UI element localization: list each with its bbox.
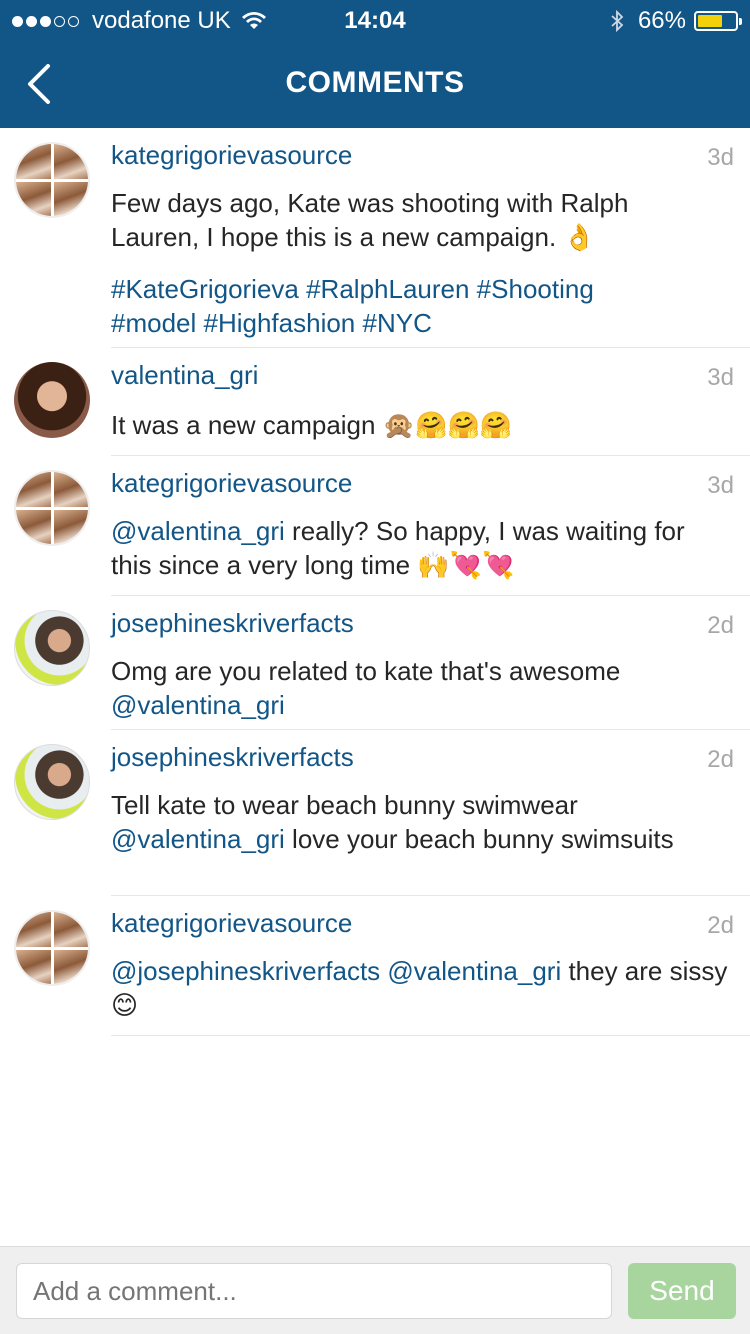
avatar[interactable] [14, 910, 90, 986]
avatar[interactable] [14, 744, 90, 820]
comment-text: It was a new campaign 🙊🤗🤗🤗 [111, 410, 513, 440]
comment-username[interactable]: valentina_gri [111, 360, 258, 391]
comment-age: 2d [707, 746, 734, 773]
divider [111, 729, 750, 730]
comment-text: Tell kate to wear beach bunny swimwear @… [111, 788, 736, 856]
mention-link[interactable]: @josephineskriverfacts @valentina_gri [111, 956, 561, 986]
comment-age: 3d [707, 364, 734, 391]
comment-age: 2d [707, 912, 734, 939]
avatar[interactable] [14, 610, 90, 686]
bluetooth-icon [611, 10, 624, 32]
mention-link[interactable]: @valentina_gri [111, 516, 285, 546]
battery-icon [694, 11, 742, 31]
comment-text: Few days ago, Kate was shooting with Ral… [111, 188, 629, 252]
divider [111, 347, 750, 348]
divider [111, 895, 750, 896]
divider [111, 1035, 750, 1036]
comment-text: @valentina_gri really? So happy, I was w… [111, 514, 711, 582]
divider [111, 455, 750, 456]
comment-username[interactable]: kategrigorievasource [111, 908, 352, 939]
comment-age: 3d [707, 144, 734, 171]
comment-text: Omg are you related to kate that's aweso… [111, 654, 711, 722]
header-bar: vodafone UK 14:04 66% COMMENTS [0, 0, 750, 128]
avatar[interactable] [14, 362, 90, 438]
comment-body: Omg are you related to kate that's aweso… [111, 656, 621, 686]
comment-composer: Send [0, 1246, 750, 1334]
comment-username[interactable]: kategrigorievasource [111, 140, 352, 171]
comment-text: @josephineskriverfacts @valentina_gri th… [111, 954, 736, 1022]
comment-hashtags[interactable]: #KateGrigorieva #RalphLauren #Shooting #… [111, 272, 671, 340]
page-title: COMMENTS [285, 66, 465, 99]
comment-username[interactable]: josephineskriverfacts [111, 608, 354, 639]
status-bar: vodafone UK 14:04 66% [0, 0, 750, 40]
comment-input[interactable] [16, 1263, 612, 1319]
divider [111, 595, 750, 596]
avatar[interactable] [14, 470, 90, 546]
avatar[interactable] [14, 142, 90, 218]
comment-body-continued: love your beach bunny swimsuits [284, 824, 674, 854]
comment-body: Tell kate to wear beach bunny swimwear [111, 790, 578, 820]
battery-percentage: 66% [637, 7, 686, 34]
mention-link[interactable]: @valentina_gri [111, 824, 285, 854]
mention-link[interactable]: @valentina_gri [111, 690, 285, 720]
comment-age: 2d [707, 612, 734, 639]
comment-username[interactable]: kategrigorievasource [111, 468, 352, 499]
comment-username[interactable]: josephineskriverfacts [111, 742, 354, 773]
send-button[interactable]: Send [628, 1263, 736, 1319]
comment-age: 3d [707, 472, 734, 499]
